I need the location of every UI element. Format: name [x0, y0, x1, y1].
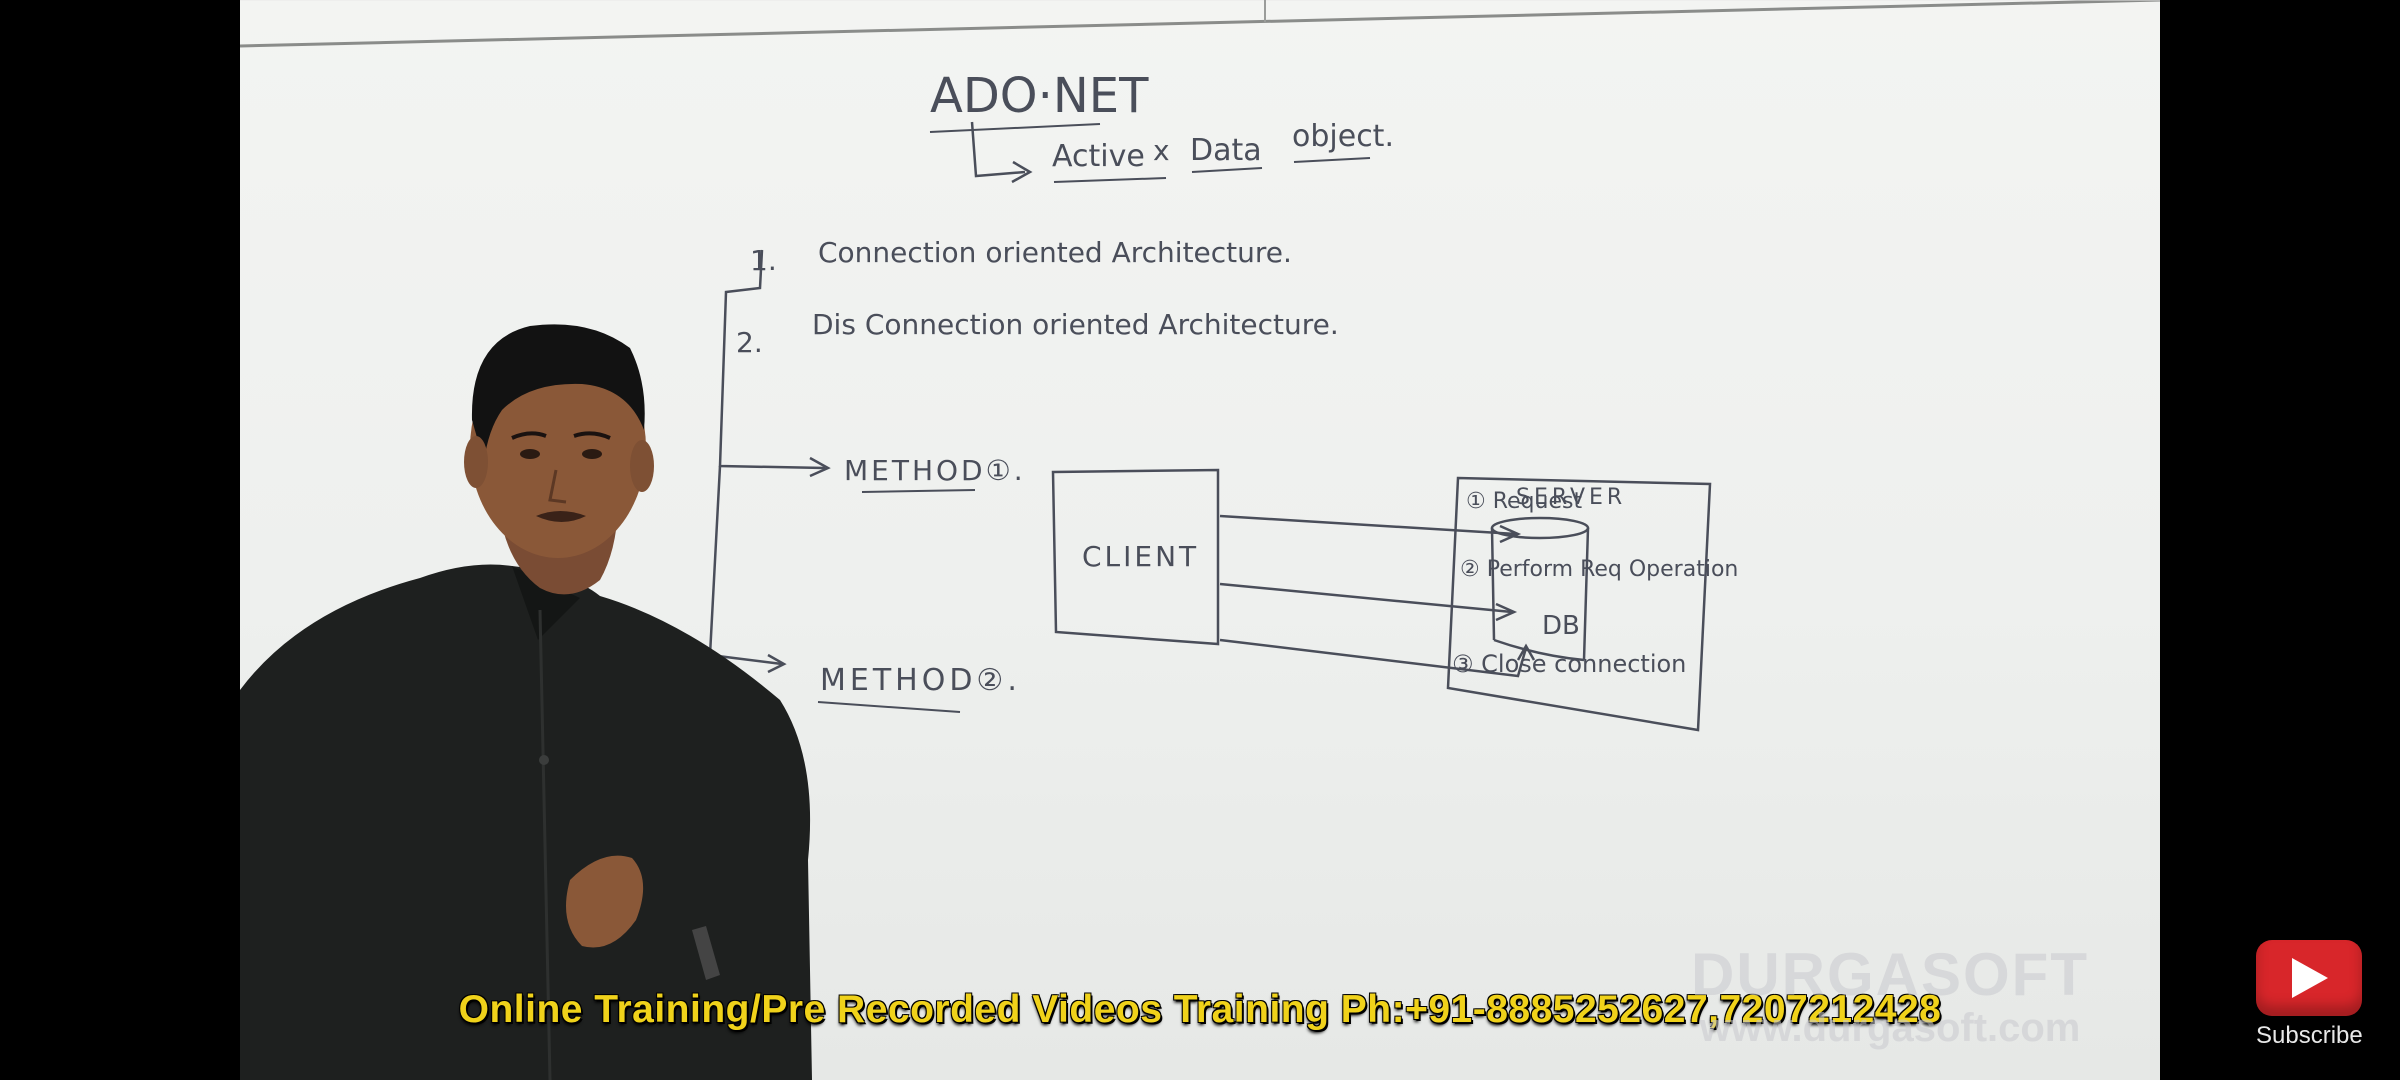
letterbox-left	[0, 0, 240, 1080]
durgasoft-watermark: DURGASOFT www.durgasoft.com	[1680, 941, 2100, 1051]
expansion-word-1: Active	[1052, 139, 1145, 174]
client-label: CLIENT	[1082, 540, 1199, 573]
watermark-url: www.durgasoft.com	[1699, 1006, 2081, 1050]
expansion-word-2: x	[1153, 134, 1170, 167]
expansion-word-4: object.	[1292, 119, 1394, 154]
video-player[interactable]: ADO·NET Active x Data object. 1. Connect…	[240, 0, 2160, 1080]
play-icon[interactable]	[2256, 940, 2362, 1016]
step-3-label: ③ Close connection	[1452, 650, 1686, 678]
presenter-figure	[240, 324, 812, 1080]
step-2-label: ② Perform Req Operation	[1460, 557, 1738, 582]
list-item-1-num: 1.	[750, 244, 777, 277]
board-title: ADO·NET	[930, 68, 1149, 124]
step-1-label: ① Request	[1466, 489, 1582, 514]
method-2-label: METHOD②.	[820, 663, 1021, 698]
subscribe-label: Subscribe	[2256, 1022, 2363, 1049]
expansion-word-3: Data	[1190, 133, 1262, 168]
db-label: DB	[1542, 611, 1580, 641]
whiteboard: ADO·NET Active x Data object. 1. Connect…	[240, 0, 2160, 1080]
method-1-label: METHOD①.	[844, 454, 1026, 487]
list-item-2-text: Dis Connection oriented Architecture.	[812, 308, 1339, 341]
letterbox-right	[2160, 0, 2400, 1080]
server-box	[1446, 476, 1712, 732]
subscribe-button[interactable]: Subscribe	[2256, 940, 2363, 1050]
board-edge-line	[240, 0, 2160, 48]
list-item-2-num: 2.	[736, 326, 763, 359]
watermark-name: DURGASOFT	[1691, 941, 2089, 1008]
list-item-1-text: Connection oriented Architecture.	[818, 236, 1292, 269]
